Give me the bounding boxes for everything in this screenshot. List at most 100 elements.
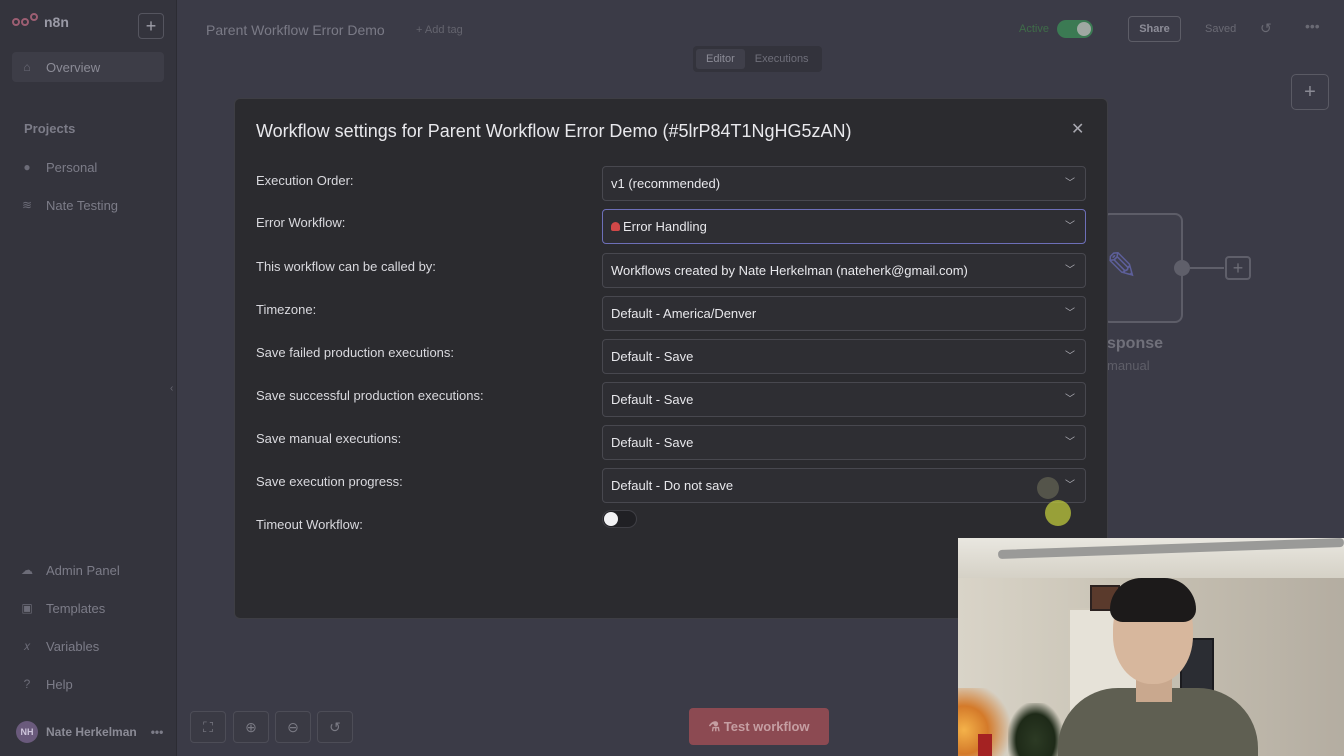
create-new-button[interactable]: + [138, 13, 164, 39]
sidebar-item-help[interactable]: ? Help [12, 669, 164, 699]
cursor-trail [1037, 477, 1059, 499]
variable-icon: 𝑥 [23, 639, 31, 653]
workflow-name[interactable]: Parent Workflow Error Demo [206, 22, 385, 38]
error-workflow-label: Error Workflow: [256, 215, 346, 230]
sidebar-item-label: Admin Panel [46, 562, 120, 578]
timeout-label: Timeout Workflow: [256, 517, 363, 532]
sidebar-item-personal[interactable]: ● Personal [12, 152, 164, 182]
share-button[interactable]: Share [1128, 16, 1181, 42]
chevron-down-icon: ﹀ [1065, 265, 1075, 276]
zoom-in-icon: ⊕ [245, 719, 257, 735]
save-progress-label: Save execution progress: [256, 474, 403, 489]
chevron-down-icon: ﹀ [1065, 437, 1075, 448]
fit-view-button[interactable]: ⛶ [190, 711, 226, 743]
cloud-icon: ☁ [21, 563, 33, 577]
user-name: Nate Herkelman [46, 725, 137, 739]
brand-logo[interactable]: n8n [12, 13, 69, 30]
reset-zoom-button[interactable]: ↺ [317, 711, 353, 743]
sidebar-item-variables[interactable]: 𝑥 Variables [12, 631, 164, 661]
save-manual-select[interactable]: Default - Save ﹀ [602, 425, 1086, 460]
chevron-down-icon: ﹀ [1065, 308, 1075, 319]
webcam-person-hair [1110, 578, 1196, 622]
history-icon[interactable]: ↺ [1260, 20, 1272, 37]
execution-order-label: Execution Order: [256, 173, 354, 188]
node-add-button[interactable]: + [1225, 256, 1251, 280]
help-icon: ? [23, 677, 31, 691]
close-icon[interactable]: ✕ [1071, 119, 1084, 139]
node-title: sponse [1107, 335, 1164, 352]
zoom-out-icon: ⊖ [287, 719, 299, 735]
saved-status: Saved [1205, 23, 1237, 35]
sidebar-item-admin-panel[interactable]: ☁ Admin Panel [12, 555, 164, 585]
avatar: NH [16, 721, 38, 743]
save-manual-label: Save manual executions: [256, 431, 402, 446]
select-value: Default - Do not save [611, 478, 734, 493]
callable-by-label: This workflow can be called by: [256, 259, 436, 274]
select-value: Error Handling [623, 219, 707, 234]
more-options-icon[interactable]: ••• [1305, 18, 1320, 34]
add-tag-link[interactable]: + Add tag [416, 24, 463, 36]
view-tabs: Editor Executions [693, 46, 822, 72]
tab-editor[interactable]: Editor [696, 49, 745, 69]
select-value: v1 (recommended) [611, 176, 721, 191]
node-connection-line [1190, 267, 1224, 269]
sidebar-item-nate-testing[interactable]: ≋ Nate Testing [12, 190, 164, 220]
zoom-out-button[interactable]: ⊖ [275, 711, 311, 743]
sidebar-item-label: Overview [46, 59, 101, 75]
error-workflow-select[interactable]: Error Handling ﹀ [602, 209, 1086, 244]
test-workflow-button[interactable]: ⚗ Test workflow [689, 708, 829, 745]
execution-order-select[interactable]: v1 (recommended) ﹀ [602, 166, 1086, 201]
pencil-icon: ✎ [1106, 246, 1138, 288]
alarm-icon [611, 222, 620, 231]
more-options-icon[interactable]: ••• [151, 725, 164, 739]
webcam-overlay [958, 538, 1344, 756]
workflow-header: Parent Workflow Error Demo + Add tag Act… [177, 0, 1344, 72]
chevron-down-icon: ﹀ [1065, 178, 1075, 189]
add-node-button[interactable]: + [1291, 74, 1329, 110]
tab-executions[interactable]: Executions [745, 49, 819, 69]
user-menu[interactable]: NH Nate Herkelman ••• [16, 721, 163, 743]
zoom-in-button[interactable]: ⊕ [233, 711, 269, 743]
select-value: Default - America/Denver [611, 306, 757, 321]
home-icon: ⌂ [23, 60, 31, 74]
brand-name: n8n [44, 14, 69, 30]
save-successful-label: Save successful production executions: [256, 388, 484, 403]
select-value: Workflows created by Nate Herkelman (nat… [611, 263, 968, 278]
select-value: Default - Save [611, 435, 694, 450]
chevron-down-icon: ﹀ [1065, 394, 1075, 405]
sidebar-item-overview[interactable]: ⌂ Overview [12, 52, 164, 82]
reset-icon: ↺ [329, 719, 341, 735]
chevron-down-icon: ﹀ [1065, 351, 1075, 362]
test-workflow-label: Test workflow [723, 719, 810, 734]
chevron-down-icon: ﹀ [1065, 221, 1075, 232]
timeout-toggle[interactable] [602, 510, 637, 528]
save-failed-select[interactable]: Default - Save ﹀ [602, 339, 1086, 374]
active-toggle[interactable] [1057, 20, 1093, 38]
callable-by-select[interactable]: Workflows created by Nate Herkelman (nat… [602, 253, 1086, 288]
box-icon: ▣ [21, 601, 33, 615]
collapse-sidebar-icon[interactable]: ‹ [170, 383, 173, 394]
timezone-label: Timezone: [256, 302, 317, 317]
n8n-logo-icon [12, 13, 38, 29]
node-output-connector[interactable] [1174, 260, 1190, 276]
select-value: Default - Save [611, 349, 694, 364]
projects-heading: Projects [24, 121, 76, 136]
sidebar-item-label: Personal [46, 159, 98, 175]
webcam-red-object [978, 734, 992, 756]
layers-icon: ≋ [21, 198, 33, 212]
select-value: Default - Save [611, 392, 694, 407]
sidebar-item-templates[interactable]: ▣ Templates [12, 593, 164, 623]
timezone-select[interactable]: Default - America/Denver ﹀ [602, 296, 1086, 331]
sidebar-item-label: Templates [46, 600, 106, 616]
fullscreen-icon: ⛶ [203, 719, 213, 735]
sidebar: n8n + ⌂ Overview Projects ● Personal ≋ N… [0, 0, 177, 756]
sidebar-item-label: Variables [46, 638, 100, 654]
webcam-plant [1008, 703, 1063, 756]
active-label: Active [1019, 23, 1049, 35]
save-successful-select[interactable]: Default - Save ﹀ [602, 382, 1086, 417]
save-progress-select[interactable]: Default - Do not save ﹀ [602, 468, 1086, 503]
mouse-cursor-highlight [1045, 500, 1071, 526]
node-subtitle: manual [1107, 358, 1150, 373]
chevron-down-icon: ﹀ [1065, 480, 1075, 491]
user-icon: ● [23, 160, 31, 174]
